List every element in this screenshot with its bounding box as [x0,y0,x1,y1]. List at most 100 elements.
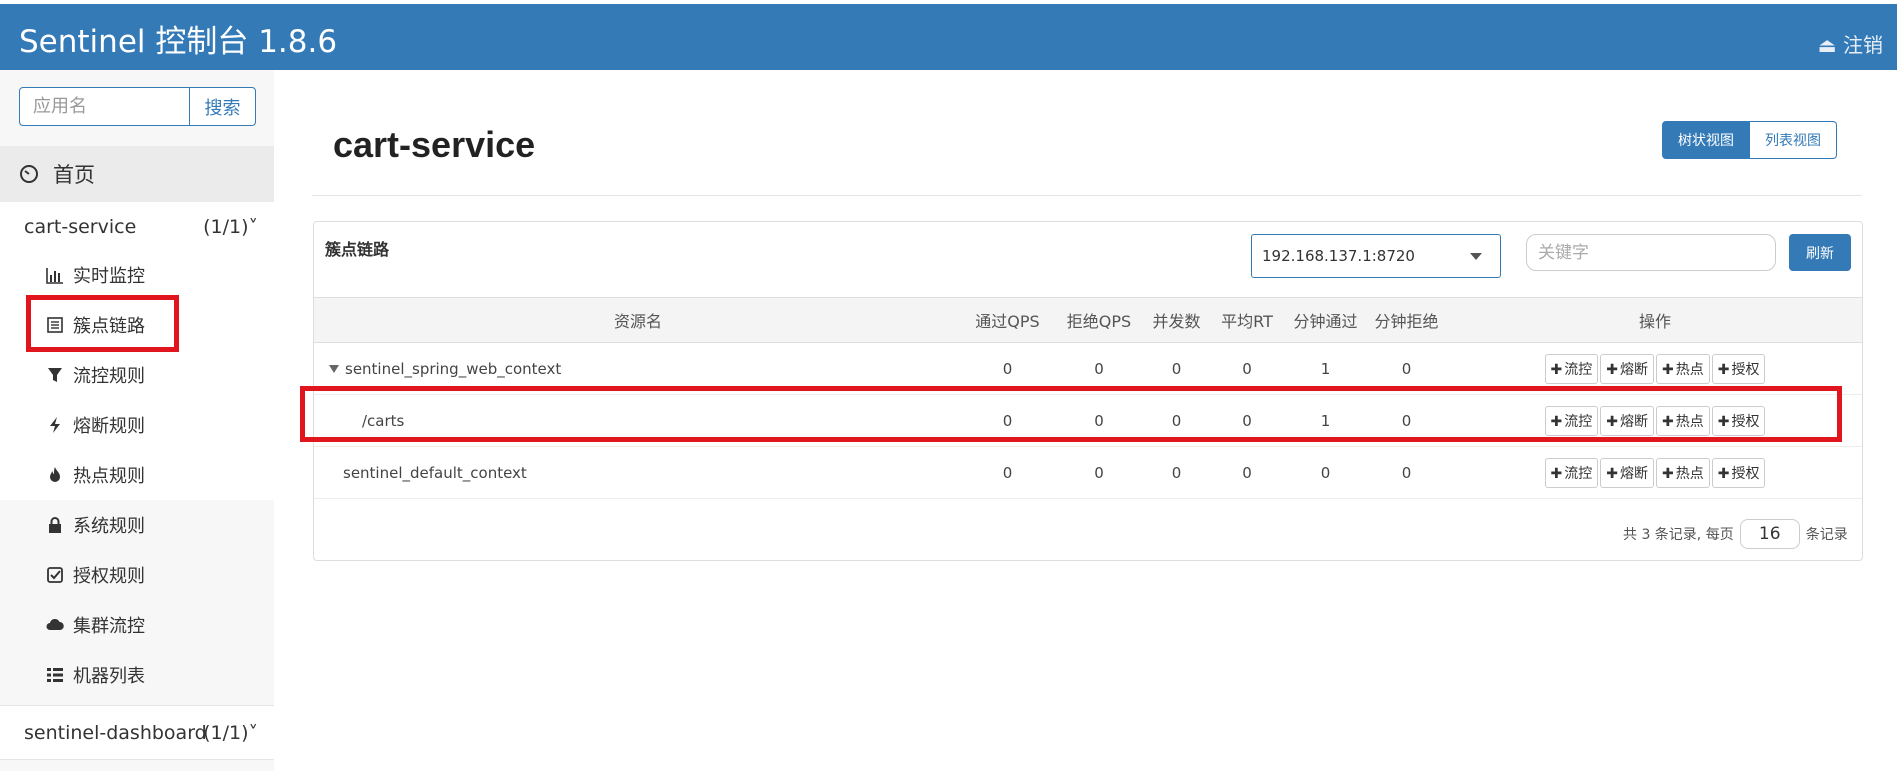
logout-link[interactable]: ⏏ 注销 [1818,29,1883,58]
plus-icon: ✚ [1606,361,1618,378]
app-search-input[interactable] [19,87,190,126]
column-header: 并发数 [1145,297,1208,343]
caret-down-icon[interactable] [329,365,339,373]
operations-cell: ✚ 流控 ✚ 熔断 ✚ 热点 ✚ 授权 [1448,342,1862,395]
plus-icon: ✚ [1550,361,1563,378]
sidebar-item-degrade-rules[interactable]: 熔断规则 [0,400,274,450]
avg-rt-cell: 0 [1208,342,1286,395]
search-button[interactable]: 搜索 [190,87,256,126]
sidebar-item-label: 热点规则 [73,466,145,487]
add-auth-rule-button[interactable]: ✚ 授权 [1711,405,1766,436]
logout-icon: ⏏ [1817,33,1837,57]
table-row: sentinel_spring_web_context 0 0 0 0 1 0 … [314,342,1862,395]
plus-icon: ✚ [1550,465,1563,482]
table-header-row: 资源名 通过QPS 拒绝QPS 并发数 平均RT 分钟通过 分钟拒绝 操作 [314,297,1862,343]
cart-service-menu: 实时监控 簇点链路 流控规则 熔断规则 热点规则 系统规则 授权规则 集群流控 … [0,250,274,690]
sidebar-item-auth-rules[interactable]: 授权规则 [0,550,274,600]
minute-block-cell: 0 [1365,342,1448,395]
concurrency-cell: 0 [1145,446,1208,499]
add-degrade-rule-button[interactable]: ✚ 熔断 [1600,457,1654,488]
refresh-button[interactable]: 刷新 [1789,234,1851,271]
plus-icon: ✚ [1717,413,1730,430]
minute-pass-cell: 1 [1286,394,1365,447]
sidebar-app-cart-service[interactable]: cart-service (1/1)˅ [0,202,274,252]
app-title: Sentinel 控制台 1.8.6 [19,24,338,60]
minute-block-cell: 0 [1365,446,1448,499]
pager-suffix: 条记录 [1805,527,1848,543]
operations-cell: ✚ 流控 ✚ 熔断 ✚ 热点 ✚ 授权 [1448,394,1862,447]
page-size-input[interactable] [1739,519,1800,549]
add-hot-rule-button[interactable]: ✚ 热点 [1656,457,1710,488]
sidebar-item-hot-rules[interactable]: 热点规则 [0,450,274,500]
check-icon [47,567,63,583]
add-degrade-rule-button[interactable]: ✚ 熔断 [1600,405,1654,436]
cloud-icon [46,618,64,630]
top-navbar: Sentinel 控制台 1.8.6 ⏏ 注销 [0,4,1897,70]
add-degrade-rule-button[interactable]: ✚ 熔断 [1600,353,1654,384]
app-count: (1/1)˅ [203,721,259,744]
app-search: 搜索 [19,87,256,126]
sidebar-item-label: 集群流控 [73,616,145,637]
sidebar-item-resources[interactable]: 簇点链路 [0,300,274,350]
main-content: cart-service 树状视图 列表视图 簇点链路 192.168.137.… [274,90,1897,771]
add-flow-rule-button[interactable]: ✚ 流控 [1544,405,1599,436]
sidebar-item-label: 系统规则 [73,516,145,537]
sidebar-item-monitor[interactable]: 实时监控 [0,250,274,300]
sidebar-item-flow-rules[interactable]: 流控规则 [0,350,274,400]
add-auth-rule-button[interactable]: ✚ 授权 [1711,353,1766,384]
sidebar-item-label: 流控规则 [73,366,145,387]
plus-icon: ✚ [1550,413,1563,430]
list-view-button[interactable]: 列表视图 [1750,121,1837,159]
sidebar-item-label: 机器列表 [73,666,145,687]
keyword-input[interactable] [1526,234,1776,271]
sidebar-item-cluster-flow[interactable]: 集群流控 [0,600,274,650]
plus-icon: ✚ [1717,361,1730,378]
sidebar-item-machines[interactable]: 机器列表 [0,650,274,700]
plus-icon: ✚ [1606,465,1618,482]
add-hot-rule-button[interactable]: ✚ 热点 [1656,353,1710,384]
block-qps-cell: 0 [1053,446,1145,499]
add-flow-rule-button[interactable]: ✚ 流控 [1544,457,1599,488]
pass-qps-cell: 0 [962,394,1053,447]
resource-table: 资源名 通过QPS 拒绝QPS 并发数 平均RT 分钟通过 分钟拒绝 操作 se… [314,297,1862,499]
sidebar-item-system-rules[interactable]: 系统规则 [0,500,274,550]
column-header: 资源名 [314,297,962,343]
resource-name-cell: sentinel_default_context [314,446,962,499]
column-header: 操作 [1448,297,1862,343]
sidebar-item-label: 实时监控 [73,266,145,287]
pass-qps-cell: 0 [962,446,1053,499]
sidebar-item-label: 熔断规则 [73,416,145,437]
table-row: /carts 0 0 0 0 1 0 ✚ 流控 ✚ 熔断 ✚ 热点 ✚ 授权 [314,394,1862,447]
column-header: 分钟拒绝 [1365,297,1448,343]
column-header: 分钟通过 [1286,297,1365,343]
sidebar-app-sentinel-dashboard[interactable]: sentinel-dashboard (1/1)˅ [0,705,274,760]
app-name: sentinel-dashboard [24,721,207,744]
filter-icon [48,368,62,382]
machine-select-value: 192.168.137.1:8720 [1262,247,1415,265]
sidebar-item-label: 授权规则 [73,566,145,587]
app-name: cart-service [24,216,137,238]
dashboard-icon [20,165,38,183]
resource-name-cell: /carts [314,394,962,447]
block-qps-cell: 0 [1053,394,1145,447]
add-auth-rule-button[interactable]: ✚ 授权 [1711,457,1766,488]
caret-down-icon [1470,253,1482,260]
add-hot-rule-button[interactable]: ✚ 热点 [1656,405,1710,436]
plus-icon: ✚ [1662,465,1674,482]
table-row: sentinel_default_context 0 0 0 0 0 0 ✚ 流控… [314,446,1862,499]
add-flow-rule-button[interactable]: ✚ 流控 [1544,353,1599,384]
chevron-down-icon: ˅ [248,721,259,744]
sidebar-item-label: 首页 [53,163,95,187]
th-list-icon [47,668,63,682]
tree-view-button[interactable]: 树状视图 [1662,121,1750,159]
column-header: 平均RT [1208,297,1286,343]
fire-icon [50,467,60,482]
lock-icon [49,517,61,533]
plus-icon: ✚ [1606,413,1618,430]
pager-total: 共 3 条记录, 每页 [1623,527,1734,543]
concurrency-cell: 0 [1145,394,1208,447]
pagination: 共 3 条记录, 每页 条记录 [1623,519,1848,549]
sidebar-item-home[interactable]: 首页 [0,146,274,202]
plus-icon: ✚ [1717,465,1730,482]
machine-select[interactable]: 192.168.137.1:8720 [1251,234,1501,278]
